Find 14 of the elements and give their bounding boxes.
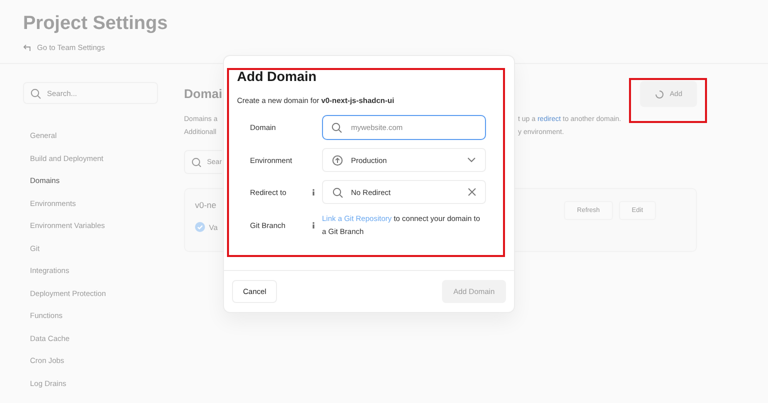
dialog-title: Add Domain [237,69,318,84]
check-circle-icon [195,222,205,232]
search-icon [332,186,343,198]
domain-name: v0-ne [195,200,218,210]
page-title: Project Settings [23,13,169,35]
back-arrow-icon [23,44,32,52]
close-icon [468,188,476,196]
search-icon [331,122,342,133]
chevron-down-icon [467,157,476,163]
section-title: Domai [184,87,222,101]
arrow-up-circle-icon [332,154,343,166]
search-icon [30,88,41,98]
spinner-icon [654,90,664,98]
search-icon [191,157,201,167]
